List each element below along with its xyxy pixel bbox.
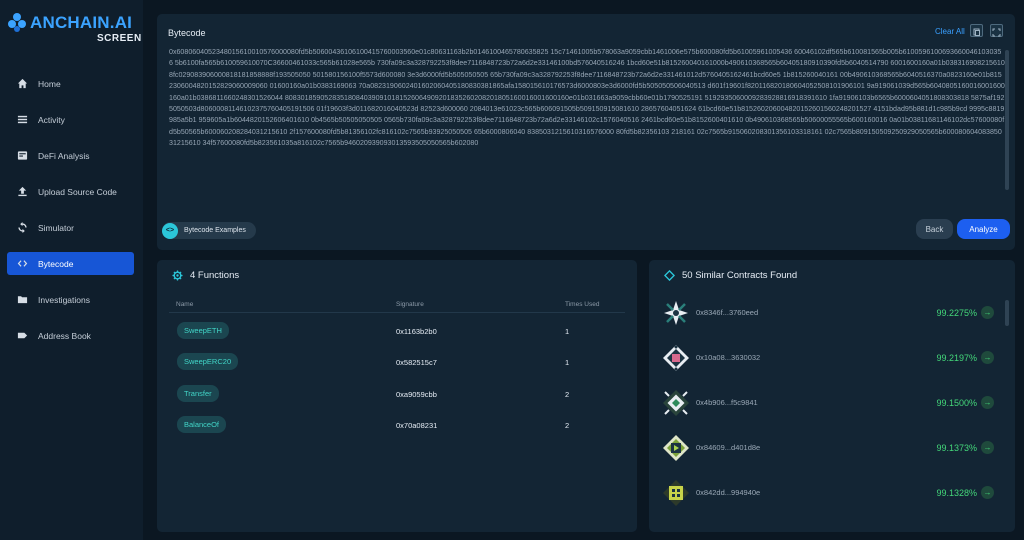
- similarity-score: 99.2197%: [936, 353, 977, 363]
- function-times-used: 2: [565, 421, 570, 430]
- column-header-signature: Signature: [396, 301, 424, 308]
- sidebar-item-activity[interactable]: Activity: [7, 108, 134, 131]
- brand-sub: SCREEN: [97, 33, 142, 44]
- function-name-chip[interactable]: BalanceOf: [177, 416, 227, 433]
- list-item[interactable]: 0x10a08...3630032 99.2197% →: [649, 340, 1015, 376]
- contract-address: 0x842dd...994940e: [696, 488, 761, 497]
- sidebar-item-label: Home: [38, 78, 61, 89]
- bytecode-scrollbar[interactable]: [1005, 50, 1009, 190]
- similar-title-text: 50 Similar Contracts Found: [682, 270, 798, 281]
- diamond-icon: [664, 270, 675, 281]
- function-name-chip[interactable]: SweepETH: [177, 322, 229, 339]
- refresh-icon: [18, 222, 27, 233]
- code-icon: [17, 260, 28, 267]
- bytecode-examples-label: Bytecode Examples: [184, 227, 246, 234]
- functions-panel: 4 Functions Name Signature Times Used Sw…: [157, 260, 637, 532]
- sidebar-item-bytecode[interactable]: Bytecode: [7, 252, 134, 275]
- similarity-score: 99.1500%: [936, 398, 977, 408]
- table-row[interactable]: SweepERC20 0x582515c7 1: [157, 353, 637, 373]
- arrow-right-icon[interactable]: →: [981, 486, 994, 499]
- function-signature: 0x70a08231: [396, 421, 438, 430]
- header-divider: [169, 312, 625, 313]
- arrow-right-icon[interactable]: →: [981, 441, 994, 454]
- bytecode-title: Bytecode: [168, 28, 206, 38]
- arrow-right-icon[interactable]: →: [981, 396, 994, 409]
- analyze-button[interactable]: Analyze: [957, 219, 1010, 239]
- sidebar-item-label: Simulator: [38, 222, 74, 233]
- sidebar-item-upload-source-code[interactable]: Upload Source Code: [7, 180, 134, 203]
- list-item[interactable]: 0x842dd...994940e 99.1328% →: [649, 475, 1015, 511]
- function-name-chip[interactable]: SweepERC20: [177, 353, 239, 370]
- sidebar-item-label: Bytecode: [38, 258, 74, 269]
- column-header-times-used: Times Used: [565, 301, 600, 308]
- contract-address: 0x8346f...3760eed: [696, 308, 759, 317]
- expand-icon[interactable]: [990, 24, 1003, 37]
- table-row[interactable]: SweepETH 0x1163b2b0 1: [157, 322, 637, 342]
- sidebar-nav: Home Activity DeFi Analysis Upload Sourc…: [7, 72, 134, 360]
- back-button[interactable]: Back: [916, 219, 953, 239]
- contract-identicon: [663, 435, 689, 461]
- anchain-logo-icon: [8, 13, 26, 32]
- similarity-score: 99.1328%: [936, 488, 977, 498]
- sidebar-item-label: Address Book: [38, 330, 91, 341]
- similar-title: 50 Similar Contracts Found: [664, 270, 797, 281]
- contract-address: 0x10a08...3630032: [696, 353, 761, 362]
- contract-address: 0x84609...d401d8e: [696, 443, 761, 452]
- brand-logo[interactable]: ANCHAIN.AI SCREEN: [7, 12, 141, 46]
- clear-all-link[interactable]: Clear All: [935, 27, 965, 36]
- similar-contracts-panel: 50 Similar Contracts Found 0x8346f...376…: [649, 260, 1015, 532]
- function-times-used: 1: [565, 358, 570, 367]
- sidebar: ANCHAIN.AI SCREEN Home Activity DeFi Ana…: [0, 0, 143, 540]
- copy-icon[interactable]: [970, 24, 983, 37]
- functions-title: 4 Functions: [172, 270, 239, 281]
- arrow-right-icon[interactable]: →: [981, 351, 994, 364]
- sidebar-item-simulator[interactable]: Simulator: [7, 216, 134, 239]
- folder-icon: [17, 296, 28, 304]
- contract-address: 0x4b906...f5c9841: [696, 398, 758, 407]
- sidebar-item-label: Activity: [38, 114, 65, 125]
- similarity-score: 99.2275%: [936, 308, 977, 318]
- contract-identicon: [663, 345, 689, 371]
- function-times-used: 2: [565, 390, 570, 399]
- contract-identicon: [663, 390, 689, 416]
- function-times-used: 1: [565, 327, 570, 336]
- functions-title-text: 4 Functions: [190, 270, 240, 281]
- sidebar-item-label: Investigations: [38, 294, 90, 305]
- contract-identicon: [664, 301, 688, 325]
- bytecode-examples-button[interactable]: <> Bytecode Examples: [162, 222, 256, 239]
- contract-identicon: [663, 480, 689, 506]
- upload-icon: [18, 186, 27, 197]
- bytecode-textarea[interactable]: 0x6080604052348015610010576000080fd5b506…: [169, 47, 1005, 217]
- tag-icon: [17, 332, 28, 339]
- table-row[interactable]: BalanceOf 0x70a08231 2: [157, 416, 637, 436]
- table-row[interactable]: Transfer 0xa9059cbb 2: [157, 385, 637, 405]
- sidebar-item-home[interactable]: Home: [7, 72, 134, 95]
- brand-name: ANCHAIN.AI: [30, 13, 133, 32]
- list-item[interactable]: 0x8346f...3760eed 99.2275% →: [649, 295, 1015, 331]
- arrow-right-icon[interactable]: →: [981, 306, 994, 319]
- column-header-name: Name: [176, 301, 194, 308]
- sidebar-item-defi-analysis[interactable]: DeFi Analysis: [7, 144, 134, 167]
- list-icon: [17, 115, 28, 124]
- sidebar-item-label: DeFi Analysis: [38, 150, 90, 161]
- sidebar-item-address-book[interactable]: Address Book: [7, 324, 134, 347]
- similarity-score: 99.1373%: [936, 443, 977, 453]
- code-icon: <>: [162, 222, 178, 239]
- function-signature: 0x1163b2b0: [396, 327, 437, 336]
- sidebar-item-label: Upload Source Code: [38, 186, 117, 197]
- function-name-chip[interactable]: Transfer: [177, 385, 219, 402]
- bytecode-panel: Bytecode Clear All 0x6080604052348015610…: [157, 14, 1015, 250]
- home-icon: [17, 78, 28, 89]
- list-item[interactable]: 0x4b906...f5c9841 99.1500% →: [649, 385, 1015, 421]
- function-signature: 0xa9059cbb: [396, 390, 437, 399]
- gear-icon: [172, 270, 183, 281]
- function-signature: 0x582515c7: [396, 358, 437, 367]
- sidebar-item-investigations[interactable]: Investigations: [7, 288, 134, 311]
- defi-icon: [17, 151, 28, 160]
- list-item[interactable]: 0x84609...d401d8e 99.1373% →: [649, 430, 1015, 466]
